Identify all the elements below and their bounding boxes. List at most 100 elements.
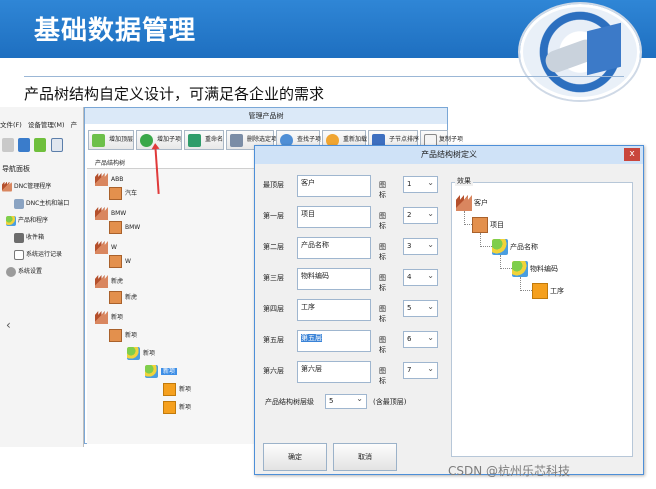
check-icon[interactable] xyxy=(34,138,47,152)
tree-node[interactable]: W xyxy=(109,255,131,268)
icon-select[interactable]: 4 xyxy=(403,268,438,286)
icon-label: 图标 xyxy=(379,181,386,199)
gold-box-icon xyxy=(163,401,176,414)
box-icon xyxy=(109,221,122,234)
level-name-input[interactable]: 客户 xyxy=(297,175,371,197)
nav-item-dnc[interactable]: DNC管理程序 xyxy=(0,178,84,195)
tree-node[interactable]: 新虎 xyxy=(95,275,123,288)
tree-node[interactable]: 新项 xyxy=(127,347,155,360)
level-name-input[interactable]: 工序 xyxy=(297,299,371,321)
tree-connector xyxy=(520,277,532,291)
tree-node-selected[interactable]: 新项 xyxy=(145,365,178,378)
icon-select[interactable]: 5 xyxy=(403,299,438,317)
nav-item-hosts[interactable]: DNC主机和端口 xyxy=(0,195,84,212)
collapse-nav-button[interactable]: ‹ xyxy=(6,318,11,332)
tree-definition-dialog: 产品结构树定义 x 最顶层 客户 图标 1 第一层 项目 图标 2 第二层 产品… xyxy=(254,145,644,475)
nav-tree: DNC管理程序 DNC主机和端口 产品和程序 收件箱 系统运行记录 系统设置 xyxy=(0,178,84,280)
box-icon xyxy=(109,255,122,268)
tree-node[interactable]: 新项 xyxy=(163,401,191,414)
window-icon[interactable] xyxy=(50,138,63,152)
tree-node[interactable]: 新项 xyxy=(109,329,137,342)
tree-node[interactable]: 新项 xyxy=(95,311,123,324)
level-label: 第三层 xyxy=(263,274,284,282)
level-name-input[interactable]: 第六层 xyxy=(297,361,371,383)
factory-icon xyxy=(95,173,108,186)
tree-node[interactable]: W xyxy=(95,241,117,254)
settings-icon[interactable] xyxy=(18,138,31,152)
tree-node[interactable]: 汽车 xyxy=(109,187,137,200)
cancel-button[interactable]: 取消 xyxy=(333,443,397,471)
gold-box-icon xyxy=(163,383,176,396)
product-tree-view[interactable]: ABB 汽车 BMW BMW W W 新虎 新虎 新项 新项 新项 新项 新项 … xyxy=(87,168,262,444)
icon-select[interactable]: 1 xyxy=(403,175,438,193)
menu-file[interactable]: 文件(F) xyxy=(0,121,22,129)
tree-node[interactable]: BMW xyxy=(109,221,140,234)
factory-icon xyxy=(95,275,108,288)
add-top-button[interactable]: 增加顶层 xyxy=(88,130,134,150)
tree-window-title: 管理产品树 xyxy=(85,108,447,124)
nav-item-products[interactable]: 产品和程序 xyxy=(0,212,84,229)
level-name-input[interactable]: 物料编码 xyxy=(297,268,371,290)
icon-select[interactable]: 7 xyxy=(403,361,438,379)
delete-icon xyxy=(230,134,243,147)
factory-icon xyxy=(2,181,12,192)
effect-preview: 客户 项目 产品名称 物料编码 工序 xyxy=(451,182,633,457)
rename-button[interactable]: 重命名 xyxy=(184,130,224,150)
cubes-icon xyxy=(492,239,508,255)
tree-node[interactable]: BMW xyxy=(95,207,126,220)
box-icon xyxy=(109,329,122,342)
level-label: 第六层 xyxy=(263,367,284,375)
product-icon xyxy=(6,215,16,226)
icon-label: 图标 xyxy=(379,274,386,292)
tree-node[interactable]: 新项 xyxy=(163,383,191,396)
level-name-input-highlighted[interactable]: 第五层 xyxy=(297,330,371,352)
nav-panel-title: 导航面板 xyxy=(2,165,30,173)
cubes-icon xyxy=(127,347,140,360)
app-toolbar xyxy=(2,138,82,158)
tree-node[interactable]: 新虎 xyxy=(109,291,137,304)
depth-select[interactable]: 5 xyxy=(325,392,367,409)
menu-product[interactable]: 产 xyxy=(71,121,78,129)
nav-item-settings[interactable]: 系统设置 xyxy=(0,263,84,280)
level-name-input[interactable]: 产品名称 xyxy=(297,237,371,259)
level-label: 第二层 xyxy=(263,243,284,251)
close-button[interactable]: x xyxy=(624,148,640,161)
icon-select[interactable]: 2 xyxy=(403,206,438,224)
info-icon[interactable] xyxy=(2,138,14,152)
watermark: CSDN @杭州乐芯科技 xyxy=(448,464,571,478)
depth-note: (含最顶层) xyxy=(373,398,407,406)
icon-label: 图标 xyxy=(379,212,386,230)
nav-item-logs[interactable]: 系统运行记录 xyxy=(0,246,84,263)
effect-node: 产品名称 xyxy=(492,239,538,255)
dialog-title: 产品结构树定义 xyxy=(255,146,643,164)
rename-icon xyxy=(188,134,201,147)
tree-node[interactable]: ABB xyxy=(95,173,123,186)
slide-title: 基础数据管理 xyxy=(34,16,197,46)
level-label: 第四层 xyxy=(263,305,284,313)
cubes-icon xyxy=(145,365,158,378)
gear-icon xyxy=(6,266,16,277)
effect-node: 物料编码 xyxy=(512,261,558,277)
box-icon xyxy=(472,217,488,233)
header-logo-image xyxy=(520,4,640,100)
effect-label: 效果 xyxy=(455,176,473,186)
level-name-input[interactable]: 项目 xyxy=(297,206,371,228)
icon-select[interactable]: 6 xyxy=(403,330,438,348)
ok-button[interactable]: 确定 xyxy=(263,443,327,471)
effect-node: 项目 xyxy=(472,217,504,233)
tree-connector xyxy=(480,233,492,247)
tree-connector xyxy=(500,255,512,269)
effect-node: 工序 xyxy=(532,283,564,299)
tree-panel-label: 产品结构树 xyxy=(95,160,126,167)
icon-label: 图标 xyxy=(379,367,386,385)
level-label: 第五层 xyxy=(263,336,284,344)
level-label: 第一层 xyxy=(263,212,284,220)
plus-icon xyxy=(92,134,105,147)
menu-device[interactable]: 设备管理(M) xyxy=(28,121,65,129)
factory-icon xyxy=(95,207,108,220)
tree-connector xyxy=(464,211,472,225)
box-icon xyxy=(109,187,122,200)
inbox-icon xyxy=(14,232,24,243)
icon-select[interactable]: 3 xyxy=(403,237,438,255)
nav-item-inbox[interactable]: 收件箱 xyxy=(0,229,84,246)
